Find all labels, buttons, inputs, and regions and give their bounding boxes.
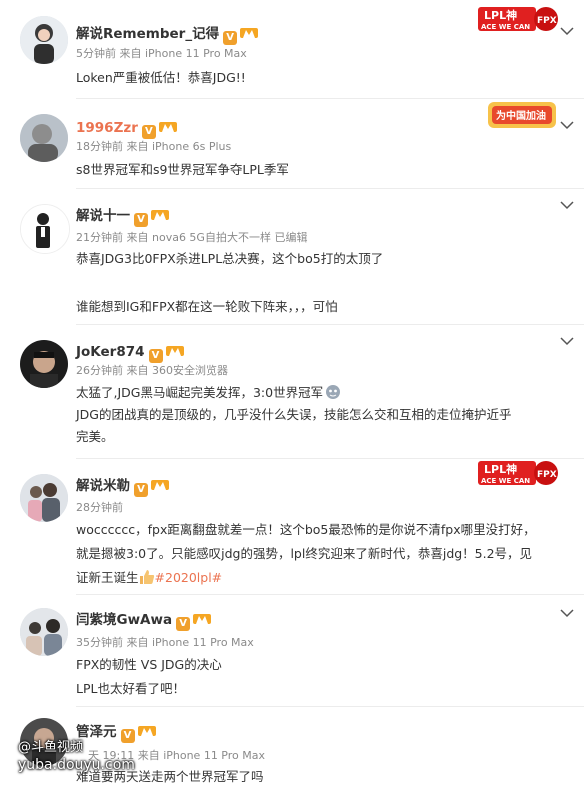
chevron-down-icon[interactable] xyxy=(560,200,574,210)
comment-item: 解说十一 V 21分钟前 来自 nova6 5G自拍大不一样 已编辑 恭喜JDG3… xyxy=(0,188,584,324)
comment-line: 就是摁被3:0了。只能感叹jdg的强势，lpl终究迎来了新时代，恭喜jdg！5.… xyxy=(76,546,533,561)
avatar[interactable] xyxy=(20,16,68,64)
commenter-name-text[interactable]: 管泽元 xyxy=(76,724,117,740)
comment-meta: 18分钟前 来自 iPhone 6s Plus xyxy=(76,140,232,153)
commenter-name[interactable]: 解说Remember_记得 V xyxy=(76,26,259,45)
verified-v-icon: V xyxy=(134,483,148,497)
commenter-name-text[interactable]: 解说Remember_记得 xyxy=(76,26,219,42)
topic-tag-link[interactable]: #2020lpl# xyxy=(155,570,223,585)
comment-line: s8世界冠军和s9世界冠军争夺LPL季军 xyxy=(76,162,289,177)
comment-line: JDG的团战真的是顶级的，几乎没什么失误，技能怎么交和互相的走位掩护近乎 xyxy=(76,407,512,422)
comment-meta: 21分钟前 来自 nova6 5G自拍大不一样 已编辑 xyxy=(76,231,308,244)
emoji-icon xyxy=(326,385,341,399)
comment-text: 太猛了,JDG黑马崛起完美发挥，3:0世界冠军 JDG的团战真的是顶级的，几乎没什… xyxy=(76,382,570,448)
svg-text:LPL神: LPL神 xyxy=(484,462,517,476)
comment-item: JoKer874 V 26分钟前 来自 360安全浏览器 太猛了,JDG黑马崛起完… xyxy=(0,324,584,458)
comment-item: 解说Remember_记得 V 5分钟前 来自 iPhone 11 Pro Max… xyxy=(0,0,584,98)
level-badge-icon xyxy=(158,122,177,132)
comment-line: Loken严重被低估！恭喜JDG!! xyxy=(76,70,246,85)
svg-text:ACE WE CAN: ACE WE CAN xyxy=(481,477,530,485)
comment-meta: 28分钟前 xyxy=(76,501,123,514)
comment-item: 解说米勒 V 28分钟前 wocccccc，fpx距离翻盘就差一点！这个bo5最恐… xyxy=(0,458,584,594)
chevron-down-icon[interactable] xyxy=(560,336,574,346)
comment-text: s8世界冠军和s9世界冠军争夺LPL季军 xyxy=(76,159,570,181)
china-cheer-sticker: 为中国加油 xyxy=(486,100,558,130)
chevron-down-icon[interactable] xyxy=(560,120,574,130)
chevron-down-icon[interactable] xyxy=(560,26,574,36)
comment-meta: 35分钟前 来自 iPhone 11 Pro Max xyxy=(76,636,254,649)
comment-line: 谁能想到IG和FPX都在这一轮败下阵来，，，可怕 xyxy=(76,299,338,314)
level-badge-icon xyxy=(193,614,212,624)
comment-line: 证新王诞生 xyxy=(76,570,139,585)
level-badge-icon xyxy=(151,480,169,490)
lpl-sticker: LPL神 ACE WE CAN FPX xyxy=(476,4,560,34)
comment-item: 1996Zzr V 18分钟前 来自 iPhone 6s Plus s8世界冠军和… xyxy=(0,98,584,188)
thumbs-up-icon xyxy=(139,570,154,584)
commenter-name-text[interactable]: 1996Zzr xyxy=(76,120,138,136)
commenter-name-text[interactable]: 闫紫境GwAwa xyxy=(76,612,172,628)
commenter-name[interactable]: 解说米勒 V xyxy=(76,478,169,497)
svg-text:ACE WE CAN: ACE WE CAN xyxy=(481,23,530,31)
verified-v-icon: V xyxy=(176,617,191,631)
comment-line: 太猛了,JDG黑马崛起完美发挥，3:0世界冠军 xyxy=(76,385,324,400)
commenter-name[interactable]: 管泽元 V xyxy=(76,724,156,743)
comment-text: wocccccc，fpx距离翻盘就差一点！这个bo5最恐怖的是你说不清fpx哪里… xyxy=(76,518,570,590)
comment-line: 难道要两天送走两个世界冠军了吗 xyxy=(76,769,264,784)
comment-line xyxy=(76,271,570,295)
comment-line: wocccccc，fpx距离翻盘就差一点！这个bo5最恐怖的是你说不清fpx哪里… xyxy=(76,522,536,537)
chevron-down-icon[interactable] xyxy=(560,608,574,618)
comment-line: FPX的韧性 VS JDG的决心 xyxy=(76,657,222,672)
level-badge-icon xyxy=(165,346,184,356)
avatar[interactable] xyxy=(20,608,68,656)
commenter-name[interactable]: 1996Zzr V xyxy=(76,120,177,139)
comment-meta: 5分钟前 来自 iPhone 11 Pro Max xyxy=(76,47,247,60)
svg-text:为中国加油: 为中国加油 xyxy=(496,109,546,122)
commenter-name[interactable]: JoKer874 V xyxy=(76,344,184,363)
comment-meta: 26分钟前 来自 360安全浏览器 xyxy=(76,364,228,377)
avatar[interactable] xyxy=(20,204,70,254)
lpl-sticker: LPL神 ACE WE CAN FPX xyxy=(476,458,560,488)
verified-v-icon: V xyxy=(141,125,156,139)
svg-text:LPL神: LPL神 xyxy=(484,8,517,22)
comment-line: 恭喜JDG3比0FPX杀进LPL总决赛，这个bo5打的太顶了 xyxy=(76,251,384,266)
commenter-name[interactable]: 闫紫境GwAwa V xyxy=(76,612,212,631)
comment-item: 管泽元 V 天 19:11 来自 iPhone 11 Pro Max 难道要两天送… xyxy=(0,706,584,788)
svg-text:FPX: FPX xyxy=(537,16,557,26)
verified-v-icon: V xyxy=(223,31,238,45)
level-badge-icon xyxy=(137,726,156,736)
svg-text:FPX: FPX xyxy=(537,470,557,480)
verified-v-icon: V xyxy=(120,729,135,743)
comment-text: FPX的韧性 VS JDG的决心 LPL也太好看了吧！ xyxy=(76,653,570,701)
avatar[interactable] xyxy=(20,340,68,388)
avatar[interactable] xyxy=(20,474,68,522)
comment-text: Loken严重被低估！恭喜JDG!! xyxy=(76,67,570,89)
comment-text: 难道要两天送走两个世界冠军了吗 xyxy=(76,766,570,788)
commenter-name-text[interactable]: 解说米勒 xyxy=(76,478,130,494)
verified-v-icon: V xyxy=(134,213,148,227)
comment-line: LPL也太好看了吧！ xyxy=(76,681,185,696)
commenter-name[interactable]: 解说十一 V xyxy=(76,208,169,227)
commenter-name-text[interactable]: 解说十一 xyxy=(76,208,130,224)
comment-item: 闫紫境GwAwa V 35分钟前 来自 iPhone 11 Pro Max FPX… xyxy=(0,594,584,706)
comment-text: 恭喜JDG3比0FPX杀进LPL总决赛，这个bo5打的太顶了 谁能想到IG和FPX… xyxy=(76,247,570,319)
watermark-line1: @斗鱼视频 xyxy=(18,740,84,755)
level-badge-icon xyxy=(240,28,259,38)
level-badge-icon xyxy=(151,210,169,220)
commenter-name-text[interactable]: JoKer874 xyxy=(76,344,145,360)
verified-v-icon: V xyxy=(148,349,163,363)
avatar[interactable] xyxy=(20,114,68,162)
watermark-line2: yuba.douyu.com xyxy=(18,757,135,773)
comment-line: 完美。 xyxy=(76,429,114,444)
